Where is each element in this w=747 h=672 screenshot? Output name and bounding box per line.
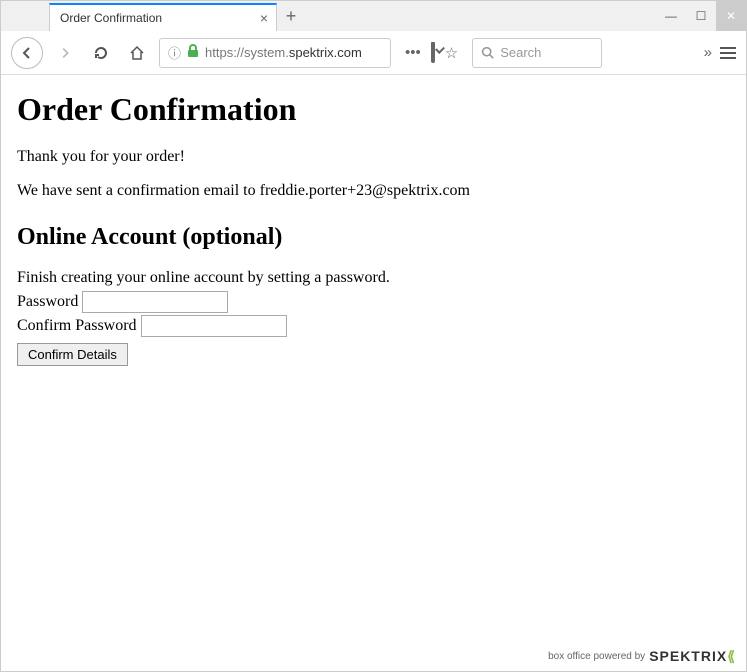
close-tab-icon[interactable]: ×: [260, 10, 268, 26]
arrow-left-icon: [19, 45, 35, 61]
footer: box office powered by SPEKTRIX⟪: [548, 648, 736, 665]
minimize-button[interactable]: —: [656, 1, 686, 31]
thank-you-text: Thank you for your order!: [17, 148, 730, 166]
home-button[interactable]: [123, 39, 151, 67]
close-window-button[interactable]: ✕: [716, 1, 746, 31]
tab-title: Order Confirmation: [60, 11, 162, 25]
overflow-icon[interactable]: »: [704, 44, 712, 61]
search-icon: [481, 46, 494, 59]
footer-text: box office powered by: [548, 651, 645, 662]
page-content: Order Confirmation Thank you for your or…: [1, 75, 746, 671]
search-placeholder: Search: [500, 45, 541, 60]
new-tab-button[interactable]: +: [277, 1, 305, 31]
brand-glyph-icon: ⟪: [727, 648, 736, 664]
reload-button[interactable]: [87, 39, 115, 67]
back-button[interactable]: [11, 37, 43, 69]
browser-toolbar: ⓘ https://system.spektrix.com ••• ☆ Sear…: [1, 31, 746, 75]
reload-icon: [93, 45, 109, 61]
more-icon[interactable]: •••: [405, 44, 421, 61]
titlebar: Order Confirmation × + — ☐ ✕: [1, 1, 746, 31]
password-label: Password: [17, 293, 78, 311]
arrow-right-icon: [58, 46, 72, 60]
page-heading: Order Confirmation: [17, 91, 730, 128]
url-text: https://system.spektrix.com: [205, 45, 362, 60]
footer-brand: SPEKTRIX⟪: [649, 648, 736, 665]
password-input[interactable]: [82, 291, 228, 313]
pocket-icon[interactable]: [431, 44, 435, 61]
url-bar[interactable]: ⓘ https://system.spektrix.com: [159, 38, 391, 68]
confirm-details-button[interactable]: Confirm Details: [17, 343, 128, 366]
confirm-password-label: Confirm Password: [17, 317, 137, 335]
lock-icon: [187, 44, 199, 61]
info-icon[interactable]: ⓘ: [168, 43, 181, 62]
bookmark-star-icon[interactable]: ☆: [445, 44, 458, 62]
forward-button: [51, 39, 79, 67]
email-sent-text: We have sent a confirmation email to fre…: [17, 182, 730, 200]
maximize-button[interactable]: ☐: [686, 1, 716, 31]
account-intro: Finish creating your online account by s…: [17, 269, 730, 287]
confirm-password-input[interactable]: [141, 315, 287, 337]
browser-tab[interactable]: Order Confirmation ×: [49, 3, 277, 31]
account-heading: Online Account (optional): [17, 224, 730, 251]
menu-button[interactable]: [720, 47, 736, 59]
search-bar[interactable]: Search: [472, 38, 602, 68]
home-icon: [129, 45, 145, 61]
